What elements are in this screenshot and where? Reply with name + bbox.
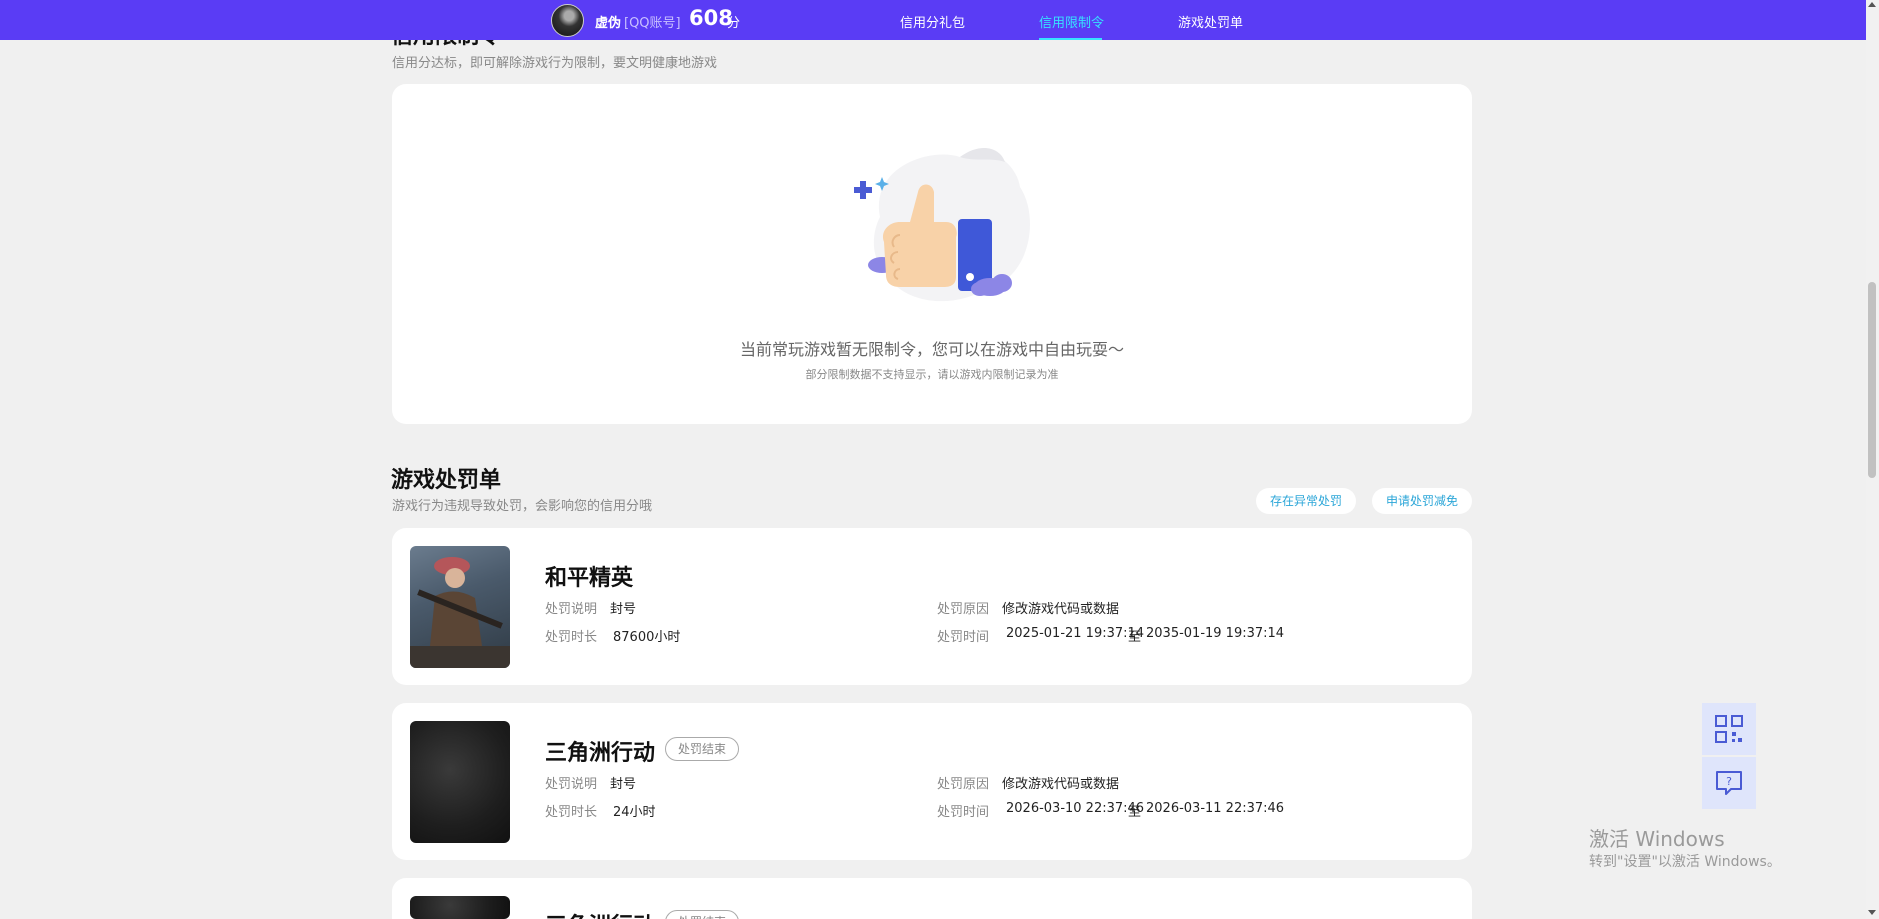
penalty-desc-value: 封号 [610,777,637,792]
penalty-time-separator: 至 [1128,630,1142,645]
penalty-card[interactable]: 三角洲行动 处罚结束 处罚说明 封号 处罚时长 24小时 处罚原因 修改游戏代码… [392,703,1472,860]
restriction-empty-card: 当前常玩游戏暂无限制令，您可以在游戏中自由玩耍～ 部分限制数据不支持显示，请以游… [392,84,1472,424]
penalty-desc-label: 处罚说明 [545,602,598,617]
feedback-button[interactable]: ? [1702,757,1756,809]
penalty-section-subtitle: 游戏行为违规导致处罚，会影响您的信用分哦 [392,499,653,514]
nav-game-penalty[interactable]: 游戏处罚单 [1178,12,1243,31]
penalty-time-end: 2026-03-11 22:37:46 [1146,801,1285,816]
scroll-down-arrow-icon[interactable] [1868,910,1876,915]
user-name: 虚伪 [595,16,622,31]
apply-reduction-button[interactable]: 申请处罚减免 [1372,488,1472,514]
scrollbar-thumb[interactable] [1868,282,1876,478]
nav-active-indicator [1039,38,1102,40]
game-thumbnail [410,721,510,843]
scroll-up-arrow-icon[interactable] [1868,2,1876,7]
qr-code-button[interactable] [1702,703,1756,755]
penalty-reason-value: 修改游戏代码或数据 [1002,602,1120,617]
nav-credit-gift[interactable]: 信用分礼包 [900,12,965,31]
windows-activation-subtitle: 转到"设置"以激活 Windows。 [1589,854,1781,870]
windows-activation-title: 激活 Windows [1589,827,1725,851]
empty-message: 当前常玩游戏暂无限制令，您可以在游戏中自由玩耍～ [739,340,1124,359]
status-badge: 处罚结束 [665,737,740,761]
game-cover-art [410,557,510,668]
status-badge: 处罚结束 [665,910,740,919]
game-name: 三角洲行动 [545,741,656,766]
top-bar: 虚伪 [QQ账号] 608 分 信用分礼包 信用限制令 游戏处罚单 [0,0,1866,40]
penalty-reason-label: 处罚原因 [937,602,990,617]
penalty-time-label: 处罚时间 [937,630,990,645]
empty-note: 部分限制数据不支持显示，请以游戏内限制记录为准 [805,368,1059,381]
penalty-desc-value: 封号 [610,602,637,617]
game-thumbnail [410,896,510,919]
penalty-time-label: 处罚时间 [937,805,990,820]
penalty-duration-label: 处罚时长 [545,805,598,820]
penalty-reason-value: 修改游戏代码或数据 [1002,777,1120,792]
penalty-duration-label: 处罚时长 [545,630,598,645]
penalty-time-end: 2035-01-19 19:37:14 [1146,626,1285,641]
penalty-reason-label: 处罚原因 [937,777,990,792]
penalty-section-title: 游戏处罚单 [391,468,502,493]
penalty-time-separator: 至 [1128,805,1142,820]
penalty-time-start: 2025-01-21 19:37:14 [1006,626,1145,641]
svg-text:?: ? [1726,775,1732,788]
abnormal-penalty-button[interactable]: 存在异常处罚 [1256,488,1356,514]
penalty-duration-value: 87600小时 [613,630,681,645]
thumbs-up-illustration [854,147,1030,302]
game-name: 三角洲行动 [545,908,655,919]
restriction-section-subtitle: 信用分达标，即可解除游戏行为限制，要文明健康地游戏 [392,56,718,71]
help-chat-icon: ? [1716,771,1742,795]
game-thumbnail [410,546,510,668]
credit-score-unit: 分 [727,16,741,31]
penalty-card[interactable]: 三角洲行动 处罚结束 [392,878,1472,919]
account-type: [QQ账号] [624,16,681,31]
nav-credit-restriction[interactable]: 信用限制令 [1039,12,1104,31]
penalty-time-start: 2026-03-10 22:37:46 [1006,801,1145,816]
qr-code-icon [1715,715,1743,743]
penalty-duration-value: 24小时 [613,805,656,820]
penalty-card[interactable]: 和平精英 处罚说明 封号 处罚时长 87600小时 处罚原因 修改游戏代码或数据… [392,528,1472,685]
penalty-desc-label: 处罚说明 [545,777,598,792]
avatar[interactable] [551,4,584,37]
game-name: 和平精英 [545,566,634,591]
